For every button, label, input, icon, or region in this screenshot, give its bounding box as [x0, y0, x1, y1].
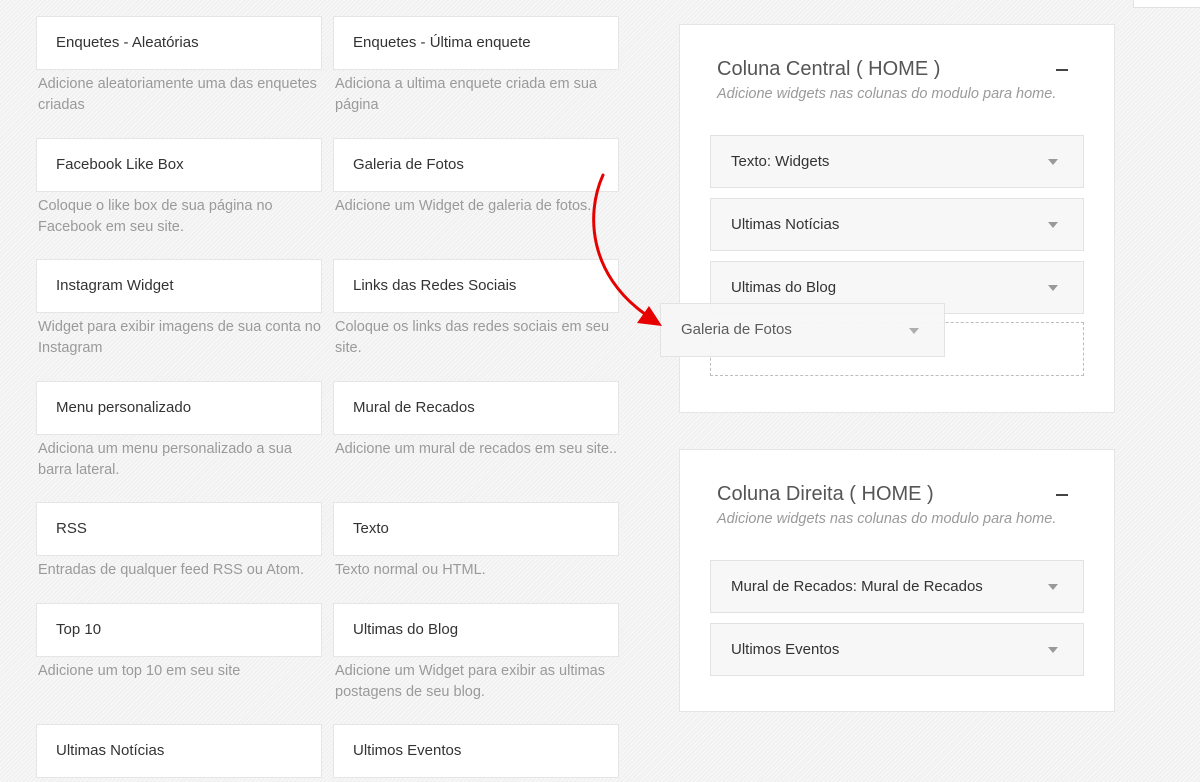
sidebar-widget-label: Ultimas do Blog	[731, 279, 837, 296]
widget-top-10[interactable]: Top 10 Adicione um top 10 em seu site	[36, 603, 336, 682]
widget-title[interactable]: Ultimas do Blog	[333, 603, 619, 657]
sidebar-widget-label: Ultimos Eventos	[731, 641, 840, 658]
minus-icon[interactable]	[1056, 69, 1068, 71]
sidebar-widget-ultimas-noticias[interactable]: Ultimas Notícias	[710, 198, 1084, 251]
dragging-widget-label: Galeria de Fotos	[681, 321, 792, 338]
widget-description: Adicione um mural de recados em seu site…	[335, 441, 618, 457]
widget-description: Adicione um Widget de galeria de fotos.	[335, 198, 592, 214]
widget-title[interactable]: Ultimas Notícias	[36, 724, 322, 778]
widget-title[interactable]: Enquetes - Última enquete	[333, 16, 619, 70]
widget-title[interactable]: Ultimos Eventos	[333, 724, 619, 778]
sidebar-subtitle: Adicione widgets nas colunas do modulo p…	[717, 86, 1057, 102]
widget-ultimos-eventos[interactable]: Ultimos Eventos	[333, 724, 633, 778]
widget-title[interactable]: Enquetes - Aleatórias	[36, 16, 322, 70]
caret-down-icon[interactable]	[1048, 647, 1058, 653]
widget-title[interactable]: Menu personalizado	[36, 381, 322, 435]
widget-enquetes-aleatorias[interactable]: Enquetes - Aleatórias Adicione aleatoria…	[36, 16, 336, 116]
sidebar-title[interactable]: Coluna Direita ( HOME )	[717, 483, 934, 506]
widget-title[interactable]: Mural de Recados	[333, 381, 619, 435]
sidebar-widget-label: Mural de Recados: Mural de Recados	[731, 578, 983, 595]
widget-facebook-like-box[interactable]: Facebook Like Box Coloque o like box de …	[36, 138, 336, 238]
widget-title[interactable]: Galeria de Fotos	[333, 138, 619, 192]
minus-icon[interactable]	[1056, 494, 1068, 496]
sidebar-widget-texto-widgets[interactable]: Texto: Widgets	[710, 135, 1084, 188]
caret-down-icon[interactable]	[1048, 285, 1058, 291]
caret-down-icon	[909, 328, 919, 334]
widget-title[interactable]: RSS	[36, 502, 322, 556]
widget-ultimas-noticias[interactable]: Ultimas Notícias	[36, 724, 336, 778]
widget-title[interactable]: Top 10	[36, 603, 322, 657]
arrow-head	[637, 306, 662, 326]
widget-menu-personalizado[interactable]: Menu personalizado Adiciona um menu pers…	[36, 381, 336, 481]
widget-description: Coloque o like box de sua página no Face…	[38, 198, 273, 235]
widget-links-redes-sociais[interactable]: Links das Redes Sociais Coloque os links…	[333, 259, 633, 359]
available-widgets-list: Enquetes - Aleatórias Adicione aleatoria…	[0, 0, 640, 782]
sidebar-title[interactable]: Coluna Central ( HOME )	[717, 58, 940, 81]
widget-title[interactable]: Links das Redes Sociais	[333, 259, 619, 313]
sidebar-subtitle: Adicione widgets nas colunas do modulo p…	[717, 511, 1057, 527]
sidebar-widget-mural-de-recados[interactable]: Mural de Recados: Mural de Recados	[710, 560, 1084, 613]
widget-rss[interactable]: RSS Entradas de qualquer feed RSS ou Ato…	[36, 502, 336, 581]
widget-description: Adiciona um menu personalizado a sua bar…	[38, 441, 292, 478]
widget-title[interactable]: Facebook Like Box	[36, 138, 322, 192]
widget-description: Adiciona a ultima enquete criada em sua …	[335, 76, 597, 113]
caret-down-icon[interactable]	[1048, 159, 1058, 165]
widget-description: Widget para exibir imagens de sua conta …	[38, 319, 321, 356]
widget-galeria-de-fotos[interactable]: Galeria de Fotos Adicione um Widget de g…	[333, 138, 633, 217]
widget-description: Entradas de qualquer feed RSS ou Atom.	[38, 562, 305, 578]
widget-enquetes-ultima[interactable]: Enquetes - Última enquete Adiciona a ult…	[333, 16, 633, 116]
caret-down-icon[interactable]	[1048, 222, 1058, 228]
widget-title[interactable]: Instagram Widget	[36, 259, 322, 313]
widget-description: Texto normal ou HTML.	[335, 562, 486, 578]
widget-description: Adicione aleatoriamente uma das enquetes…	[38, 76, 317, 113]
widget-title[interactable]: Texto	[333, 502, 619, 556]
caret-down-icon[interactable]	[1048, 584, 1058, 590]
widget-description: Adicione um top 10 em seu site	[38, 663, 241, 679]
widget-texto[interactable]: Texto Texto normal ou HTML.	[333, 502, 633, 581]
widget-ultimas-do-blog[interactable]: Ultimas do Blog Adicione um Widget para …	[333, 603, 633, 703]
widget-instagram[interactable]: Instagram Widget Widget para exibir imag…	[36, 259, 336, 359]
top-right-corner-box	[1133, 0, 1200, 8]
widget-mural-de-recados[interactable]: Mural de Recados Adicione um mural de re…	[333, 381, 633, 460]
widget-description: Adicione um Widget para exibir as ultima…	[335, 663, 605, 700]
sidebar-widget-label: Texto: Widgets	[731, 153, 830, 170]
widget-description: Coloque os links das redes sociais em se…	[335, 319, 610, 356]
sidebar-coluna-direita: Coluna Direita ( HOME ) Adicione widgets…	[679, 449, 1115, 712]
dragging-widget-galeria-de-fotos[interactable]: Galeria de Fotos	[660, 303, 945, 357]
sidebar-widget-label: Ultimas Notícias	[731, 216, 840, 233]
sidebar-widget-ultimos-eventos[interactable]: Ultimos Eventos	[710, 623, 1084, 676]
